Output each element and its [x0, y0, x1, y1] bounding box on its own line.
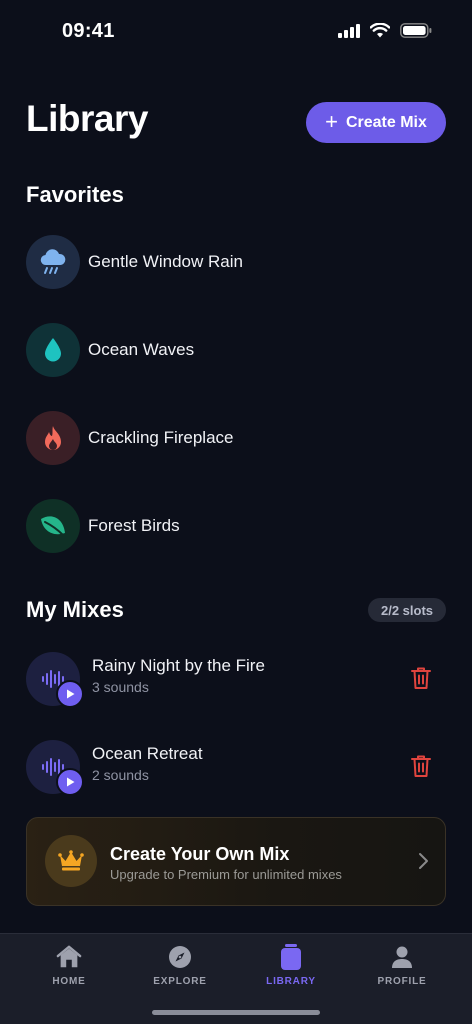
plus-icon: + — [325, 108, 338, 134]
water-drop-icon — [26, 323, 80, 377]
premium-title: Create Your Own Mix — [110, 844, 290, 864]
favorite-item-gentle-window-rain[interactable]: Gentle Window Rain — [26, 234, 446, 290]
tab-library[interactable]: LIBRARY — [246, 944, 336, 992]
leaf-icon — [26, 499, 80, 553]
mix-sound-count: 3 sounds — [92, 679, 149, 695]
favorite-label: Forest Birds — [88, 516, 180, 535]
library-screen: 09:41 Library + Create Mix Favorites Gen… — [0, 0, 472, 1024]
trash-icon[interactable] — [410, 666, 432, 690]
play-icon[interactable] — [56, 680, 84, 708]
create-mix-button[interactable]: + Create Mix — [306, 102, 446, 143]
mix-item-rainy-night[interactable]: Rainy Night by the Fire 3 sounds — [26, 648, 446, 708]
trash-icon[interactable] — [410, 754, 432, 778]
slots-badge: 2/2 slots — [368, 598, 446, 622]
mix-name: Ocean Retreat — [92, 744, 203, 763]
favorite-item-crackling-fireplace[interactable]: Crackling Fireplace — [26, 410, 446, 466]
favorites-title: Favorites — [26, 182, 124, 207]
compass-icon — [167, 944, 193, 970]
wifi-icon — [370, 23, 390, 38]
tab-home[interactable]: HOME — [24, 944, 114, 992]
mix-item-ocean-retreat[interactable]: Ocean Retreat 2 sounds — [26, 736, 446, 796]
tab-label: LIBRARY — [266, 976, 316, 987]
favorite-label: Ocean Waves — [88, 340, 195, 359]
play-icon[interactable] — [56, 768, 84, 796]
premium-subtitle: Upgrade to Premium for unlimited mixes — [110, 867, 342, 882]
favorite-item-forest-birds[interactable]: Forest Birds — [26, 498, 446, 554]
mix-sound-count: 2 sounds — [92, 767, 149, 783]
fire-icon — [26, 411, 80, 465]
cellular-signal-icon — [338, 23, 360, 38]
premium-upsell-card[interactable]: Create Your Own Mix Upgrade to Premium f… — [26, 817, 446, 906]
my-mixes-title: My Mixes — [26, 597, 124, 622]
mix-name: Rainy Night by the Fire — [92, 656, 265, 675]
tab-profile[interactable]: PROFILE — [357, 944, 447, 992]
chevron-right-icon — [419, 853, 428, 869]
home-indicator[interactable] — [152, 1010, 320, 1015]
favorite-item-ocean-waves[interactable]: Ocean Waves — [26, 322, 446, 378]
tab-label: PROFILE — [377, 976, 427, 987]
tab-explore[interactable]: EXPLORE — [135, 944, 225, 992]
tab-label: HOME — [52, 976, 86, 987]
rain-cloud-icon — [26, 235, 80, 289]
status-icons — [338, 23, 432, 38]
battery-icon — [400, 23, 432, 38]
status-bar: 09:41 — [0, 0, 472, 64]
tab-label: EXPLORE — [153, 976, 207, 987]
home-icon — [56, 944, 82, 970]
person-icon — [389, 944, 415, 970]
status-time: 09:41 — [62, 20, 115, 42]
library-icon — [278, 944, 304, 970]
favorite-label: Gentle Window Rain — [88, 252, 243, 271]
create-mix-label: Create Mix — [345, 113, 427, 131]
favorite-label: Crackling Fireplace — [88, 428, 234, 447]
page-title: Library — [26, 98, 148, 139]
crown-icon — [45, 835, 97, 887]
